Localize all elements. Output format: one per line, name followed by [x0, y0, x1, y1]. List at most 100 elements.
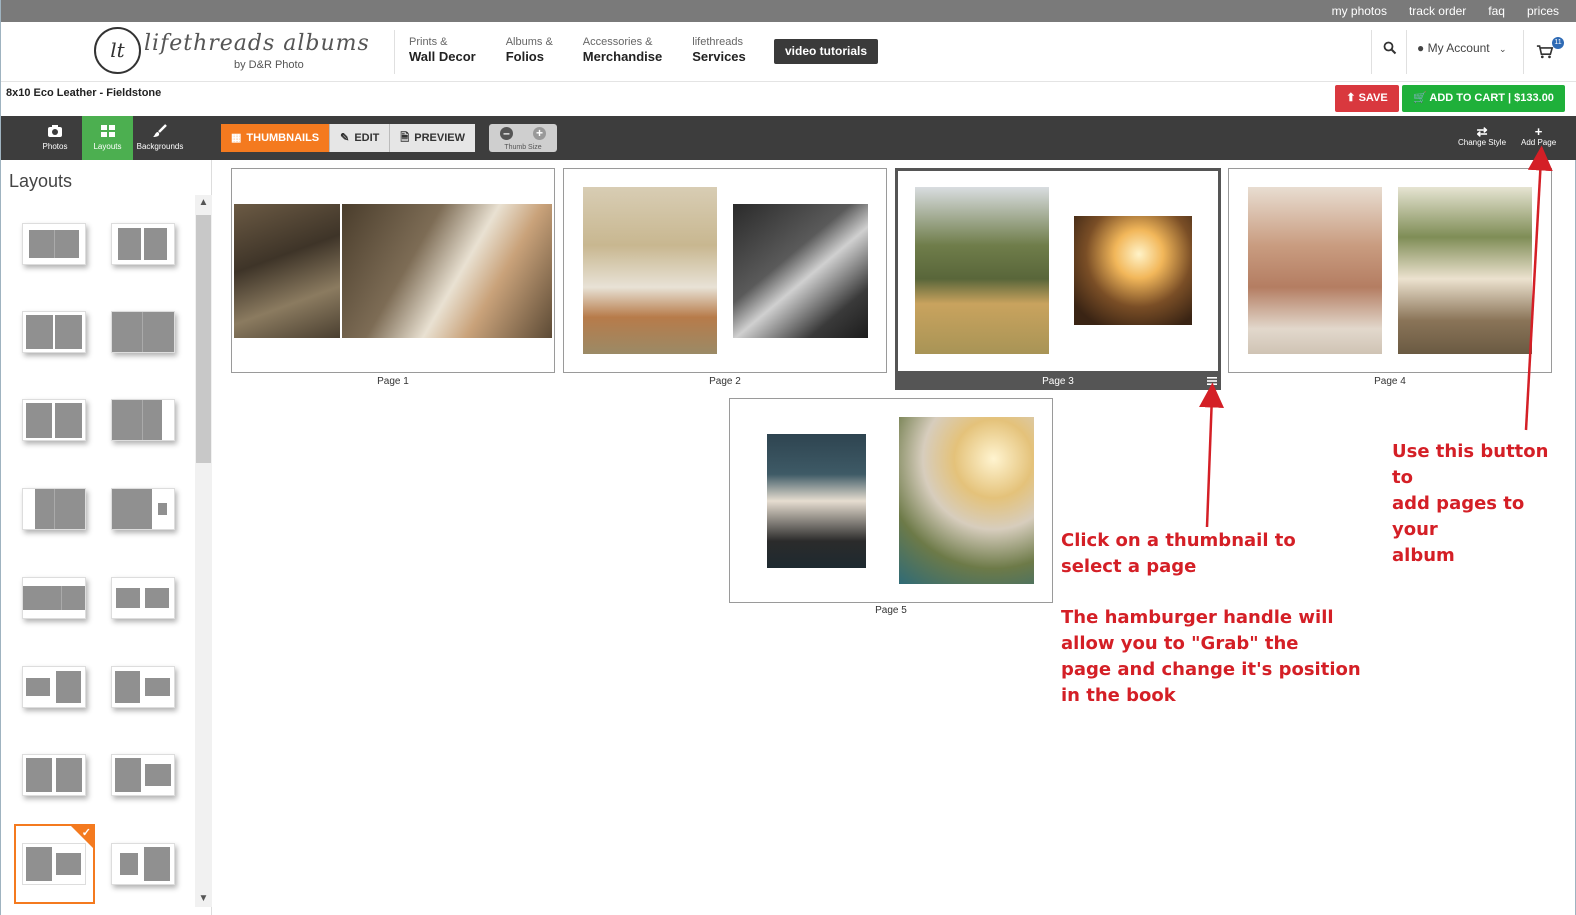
layout-option[interactable]	[111, 754, 175, 796]
cart-count-badge: 11	[1552, 37, 1564, 49]
edit-button[interactable]: ✎ EDIT	[330, 124, 391, 152]
nav-prints[interactable]: Prints & Wall Decor	[409, 36, 476, 64]
page-thumbnail-1[interactable]	[231, 168, 555, 373]
layout-option[interactable]	[22, 754, 86, 796]
layout-option[interactable]	[22, 488, 86, 530]
check-icon: ✓	[81, 827, 91, 839]
grid-icon: ▦	[231, 132, 242, 144]
page-label: Page 4	[1374, 376, 1406, 387]
layout-option[interactable]	[111, 843, 175, 885]
thumbnails-label: THUMBNAILS	[246, 132, 320, 144]
page-photo	[915, 187, 1049, 354]
product-title-bar: 8x10 Eco Leather - Fieldstone ⬆ SAVE 🛒 A…	[1, 82, 1576, 116]
layout-option[interactable]	[111, 666, 175, 708]
header-divider	[1371, 30, 1372, 74]
cart-button[interactable]: 11	[1536, 37, 1564, 60]
header-divider	[1523, 30, 1524, 74]
page-label: Page 2	[709, 376, 741, 387]
logo[interactable]: lt lifethreads albums by D&R Photo	[94, 25, 369, 77]
search-icon[interactable]	[1383, 41, 1397, 55]
save-button[interactable]: ⬆ SAVE	[1335, 85, 1399, 112]
tab-photos-label: Photos	[42, 142, 68, 151]
layout-option[interactable]	[111, 488, 175, 530]
preview-button[interactable]: 🗎 PREVIEW	[390, 124, 475, 152]
top-link-my-photos[interactable]: my photos	[1332, 4, 1387, 18]
save-label: SAVE	[1358, 92, 1388, 104]
tab-photos[interactable]: Photos	[33, 116, 77, 160]
site-header: lt lifethreads albums by D&R Photo Print…	[1, 22, 1576, 82]
top-link-faq[interactable]: faq	[1488, 4, 1505, 18]
logo-byline: by D&R Photo	[234, 59, 304, 71]
page-thumbnail-5[interactable]	[729, 398, 1053, 603]
page-photo	[899, 417, 1034, 584]
page-photo	[234, 204, 340, 338]
add-to-cart-label: ADD TO CART | $133.00	[1429, 92, 1554, 104]
logo-mark: lt	[94, 27, 141, 74]
thumb-size-label: Thumb Size	[504, 144, 542, 151]
layout-option[interactable]	[111, 399, 175, 441]
my-account-menu[interactable]: ● My Account ⌄	[1417, 41, 1507, 55]
selected-page-bar: Page 3	[895, 373, 1221, 390]
thumb-size-control: – + Thumb Size	[489, 124, 557, 152]
layout-option[interactable]	[111, 577, 175, 619]
layout-option[interactable]	[111, 223, 175, 265]
view-mode-group: ▦ THUMBNAILS ✎ EDIT 🗎 PREVIEW	[221, 124, 475, 152]
change-style-button[interactable]: ⇄ Change Style	[1458, 125, 1506, 147]
video-tutorials-button[interactable]: video tutorials	[774, 39, 878, 64]
page-photo	[583, 187, 717, 354]
tab-layouts[interactable]: Layouts	[82, 116, 133, 167]
add-to-cart-button[interactable]: 🛒 ADD TO CART | $133.00	[1402, 85, 1565, 112]
pencil-icon: ✎	[340, 132, 350, 144]
layout-option[interactable]	[22, 399, 86, 441]
page-photo	[1248, 187, 1382, 354]
brush-icon	[153, 124, 167, 137]
editor-toolbar: Photos Layouts Backgrounds ▦ THUMBNAILS …	[1, 116, 1576, 167]
sidebar-title: Layouts	[9, 171, 73, 191]
tab-layouts-label: Layouts	[93, 142, 122, 151]
zoom-in-icon[interactable]: +	[533, 127, 546, 140]
nav-prints-small: Prints &	[409, 36, 448, 48]
nav-services-small: lifethreads	[692, 36, 744, 48]
scrollbar-thumb[interactable]	[196, 215, 211, 463]
annotation-add-page: Use this button to add pages to your alb…	[1392, 441, 1549, 566]
sidebar-scrollbar[interactable]: ▲ ▼	[195, 195, 212, 907]
top-link-track-order[interactable]: track order	[1409, 4, 1466, 18]
main-nav: Prints & Wall Decor Albums & Folios Acce…	[409, 36, 776, 64]
nav-albums[interactable]: Albums & Folios	[506, 36, 553, 64]
layout-option[interactable]	[22, 577, 86, 619]
layouts-sidebar: Layouts ▲ ▼ ✓	[1, 160, 212, 915]
page-photo	[1074, 216, 1192, 325]
arrow-to-hamburger	[1199, 382, 1225, 528]
nav-albums-large: Folios	[505, 49, 544, 64]
thumbnails-button[interactable]: ▦ THUMBNAILS	[221, 124, 331, 152]
header-divider	[394, 30, 395, 74]
annotation-select-page: Click on a thumbnail to select a page	[1061, 530, 1296, 577]
layout-option[interactable]	[22, 666, 86, 708]
camera-icon	[48, 125, 62, 137]
page-thumbnail-3[interactable]	[895, 168, 1221, 374]
chevron-up-icon[interactable]: ▲	[195, 195, 212, 211]
nav-accessories-small: Accessories &	[582, 36, 653, 48]
add-page-button[interactable]: + Add Page	[1521, 125, 1557, 147]
tab-backgrounds[interactable]: Backgrounds	[135, 116, 185, 160]
add-page-label: Add Page	[1521, 138, 1557, 147]
nav-services[interactable]: lifethreads Services	[692, 36, 746, 64]
hamburger-icon[interactable]	[1207, 376, 1217, 386]
layout-option[interactable]	[111, 311, 175, 353]
top-link-prices[interactable]: prices	[1527, 4, 1559, 18]
page-photo	[733, 204, 868, 338]
nav-accessories[interactable]: Accessories & Merchandise	[583, 36, 662, 64]
page-thumbnail-2[interactable]	[563, 168, 887, 373]
nav-accessories-large: Merchandise	[582, 49, 663, 64]
layout-option[interactable]	[22, 223, 86, 265]
cart-icon: 🛒	[1413, 92, 1427, 104]
top-strip: my photos track order faq prices	[1, 0, 1576, 22]
annotation-hamburger: The hamburger handle will allow you to "…	[1061, 607, 1361, 706]
page-thumbnail-4[interactable]	[1228, 168, 1552, 373]
page-photo	[1398, 187, 1532, 354]
chevron-down-icon[interactable]: ▼	[195, 891, 212, 907]
layout-option[interactable]	[22, 843, 86, 885]
layout-option[interactable]	[22, 311, 86, 353]
logo-name: lifethreads albums	[144, 31, 370, 56]
zoom-out-icon[interactable]: –	[500, 127, 513, 140]
